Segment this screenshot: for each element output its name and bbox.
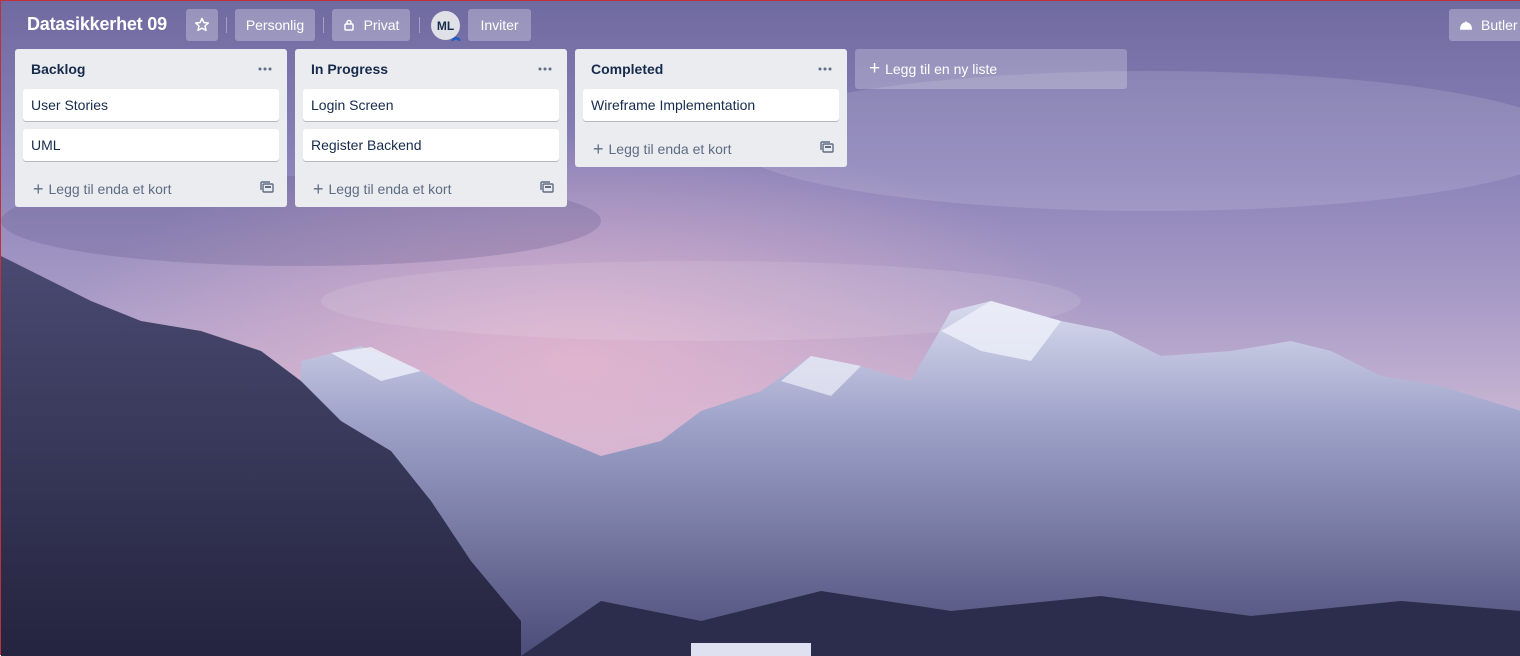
list-header: In Progress xyxy=(295,49,567,89)
header-divider xyxy=(323,17,324,33)
card[interactable]: User Stories xyxy=(23,89,279,121)
plus-icon: + xyxy=(33,179,44,199)
plus-icon: + xyxy=(593,139,604,159)
list-menu-button[interactable] xyxy=(253,57,277,81)
list-menu-button[interactable] xyxy=(533,57,557,81)
ellipsis-icon xyxy=(818,67,832,71)
ellipsis-icon xyxy=(258,67,272,71)
butler-label: Butler xyxy=(1481,17,1518,33)
add-list-button[interactable]: + Legg til en ny liste xyxy=(855,49,1127,89)
add-card-button[interactable]: + Legg til enda et kort xyxy=(593,137,732,161)
list-header: Backlog xyxy=(15,49,287,89)
privacy-button[interactable]: Privat xyxy=(332,9,410,41)
star-board-button[interactable] xyxy=(186,9,218,41)
add-card-button[interactable]: + Legg til enda et kort xyxy=(33,177,172,201)
card[interactable]: Login Screen xyxy=(303,89,559,121)
plus-icon: + xyxy=(313,179,324,199)
member-avatar[interactable]: ML ︽ xyxy=(431,11,461,42)
avatar-initials: ML xyxy=(436,18,455,33)
list-backlog: Backlog User Stories UML + Legg til enda… xyxy=(15,49,287,207)
admin-chevron-icon: ︽ xyxy=(451,32,461,42)
lock-icon xyxy=(343,19,354,31)
list-footer: + Legg til enda et kort xyxy=(15,169,287,207)
header-divider xyxy=(226,17,227,33)
card[interactable]: Register Backend xyxy=(303,129,559,161)
card[interactable]: UML xyxy=(23,129,279,161)
header-divider xyxy=(419,17,420,33)
list-header: Completed xyxy=(575,49,847,89)
list-title[interactable]: Backlog xyxy=(31,61,85,77)
board-header: Datasikkerhet 09 Personlig Privat ML ︽ I… xyxy=(1,1,1520,49)
team-visibility-button[interactable]: Personlig xyxy=(235,9,315,41)
add-card-label: Legg til enda et kort xyxy=(328,181,452,197)
list-menu-button[interactable] xyxy=(813,57,837,81)
invite-button[interactable]: Inviter xyxy=(468,9,531,41)
add-card-button[interactable]: + Legg til enda et kort xyxy=(313,177,452,201)
list-in-progress: In Progress Login Screen Register Backen… xyxy=(295,49,567,207)
list-completed: Completed Wireframe Implementation + Leg… xyxy=(575,49,847,167)
list-footer: + Legg til enda et kort xyxy=(295,169,567,207)
privacy-label: Privat xyxy=(363,17,400,33)
butler-bell-icon xyxy=(1460,21,1472,30)
ellipsis-icon xyxy=(538,67,552,71)
add-card-label: Legg til enda et kort xyxy=(608,141,732,157)
card-template-icon[interactable] xyxy=(259,180,275,196)
card-template-icon[interactable] xyxy=(539,180,555,196)
card-template-icon[interactable] xyxy=(819,140,835,156)
list-title[interactable]: Completed xyxy=(591,61,663,77)
card[interactable]: Wireframe Implementation xyxy=(583,89,839,121)
butler-button[interactable]: Butler xyxy=(1449,9,1520,41)
add-card-label: Legg til enda et kort xyxy=(48,181,172,197)
star-icon xyxy=(194,17,210,32)
list-footer: + Legg til enda et kort xyxy=(575,129,847,167)
plus-icon: + xyxy=(869,58,881,79)
add-list-label: Legg til en ny liste xyxy=(885,61,998,77)
board-title[interactable]: Datasikkerhet 09 xyxy=(27,14,167,35)
list-title[interactable]: In Progress xyxy=(311,61,388,77)
